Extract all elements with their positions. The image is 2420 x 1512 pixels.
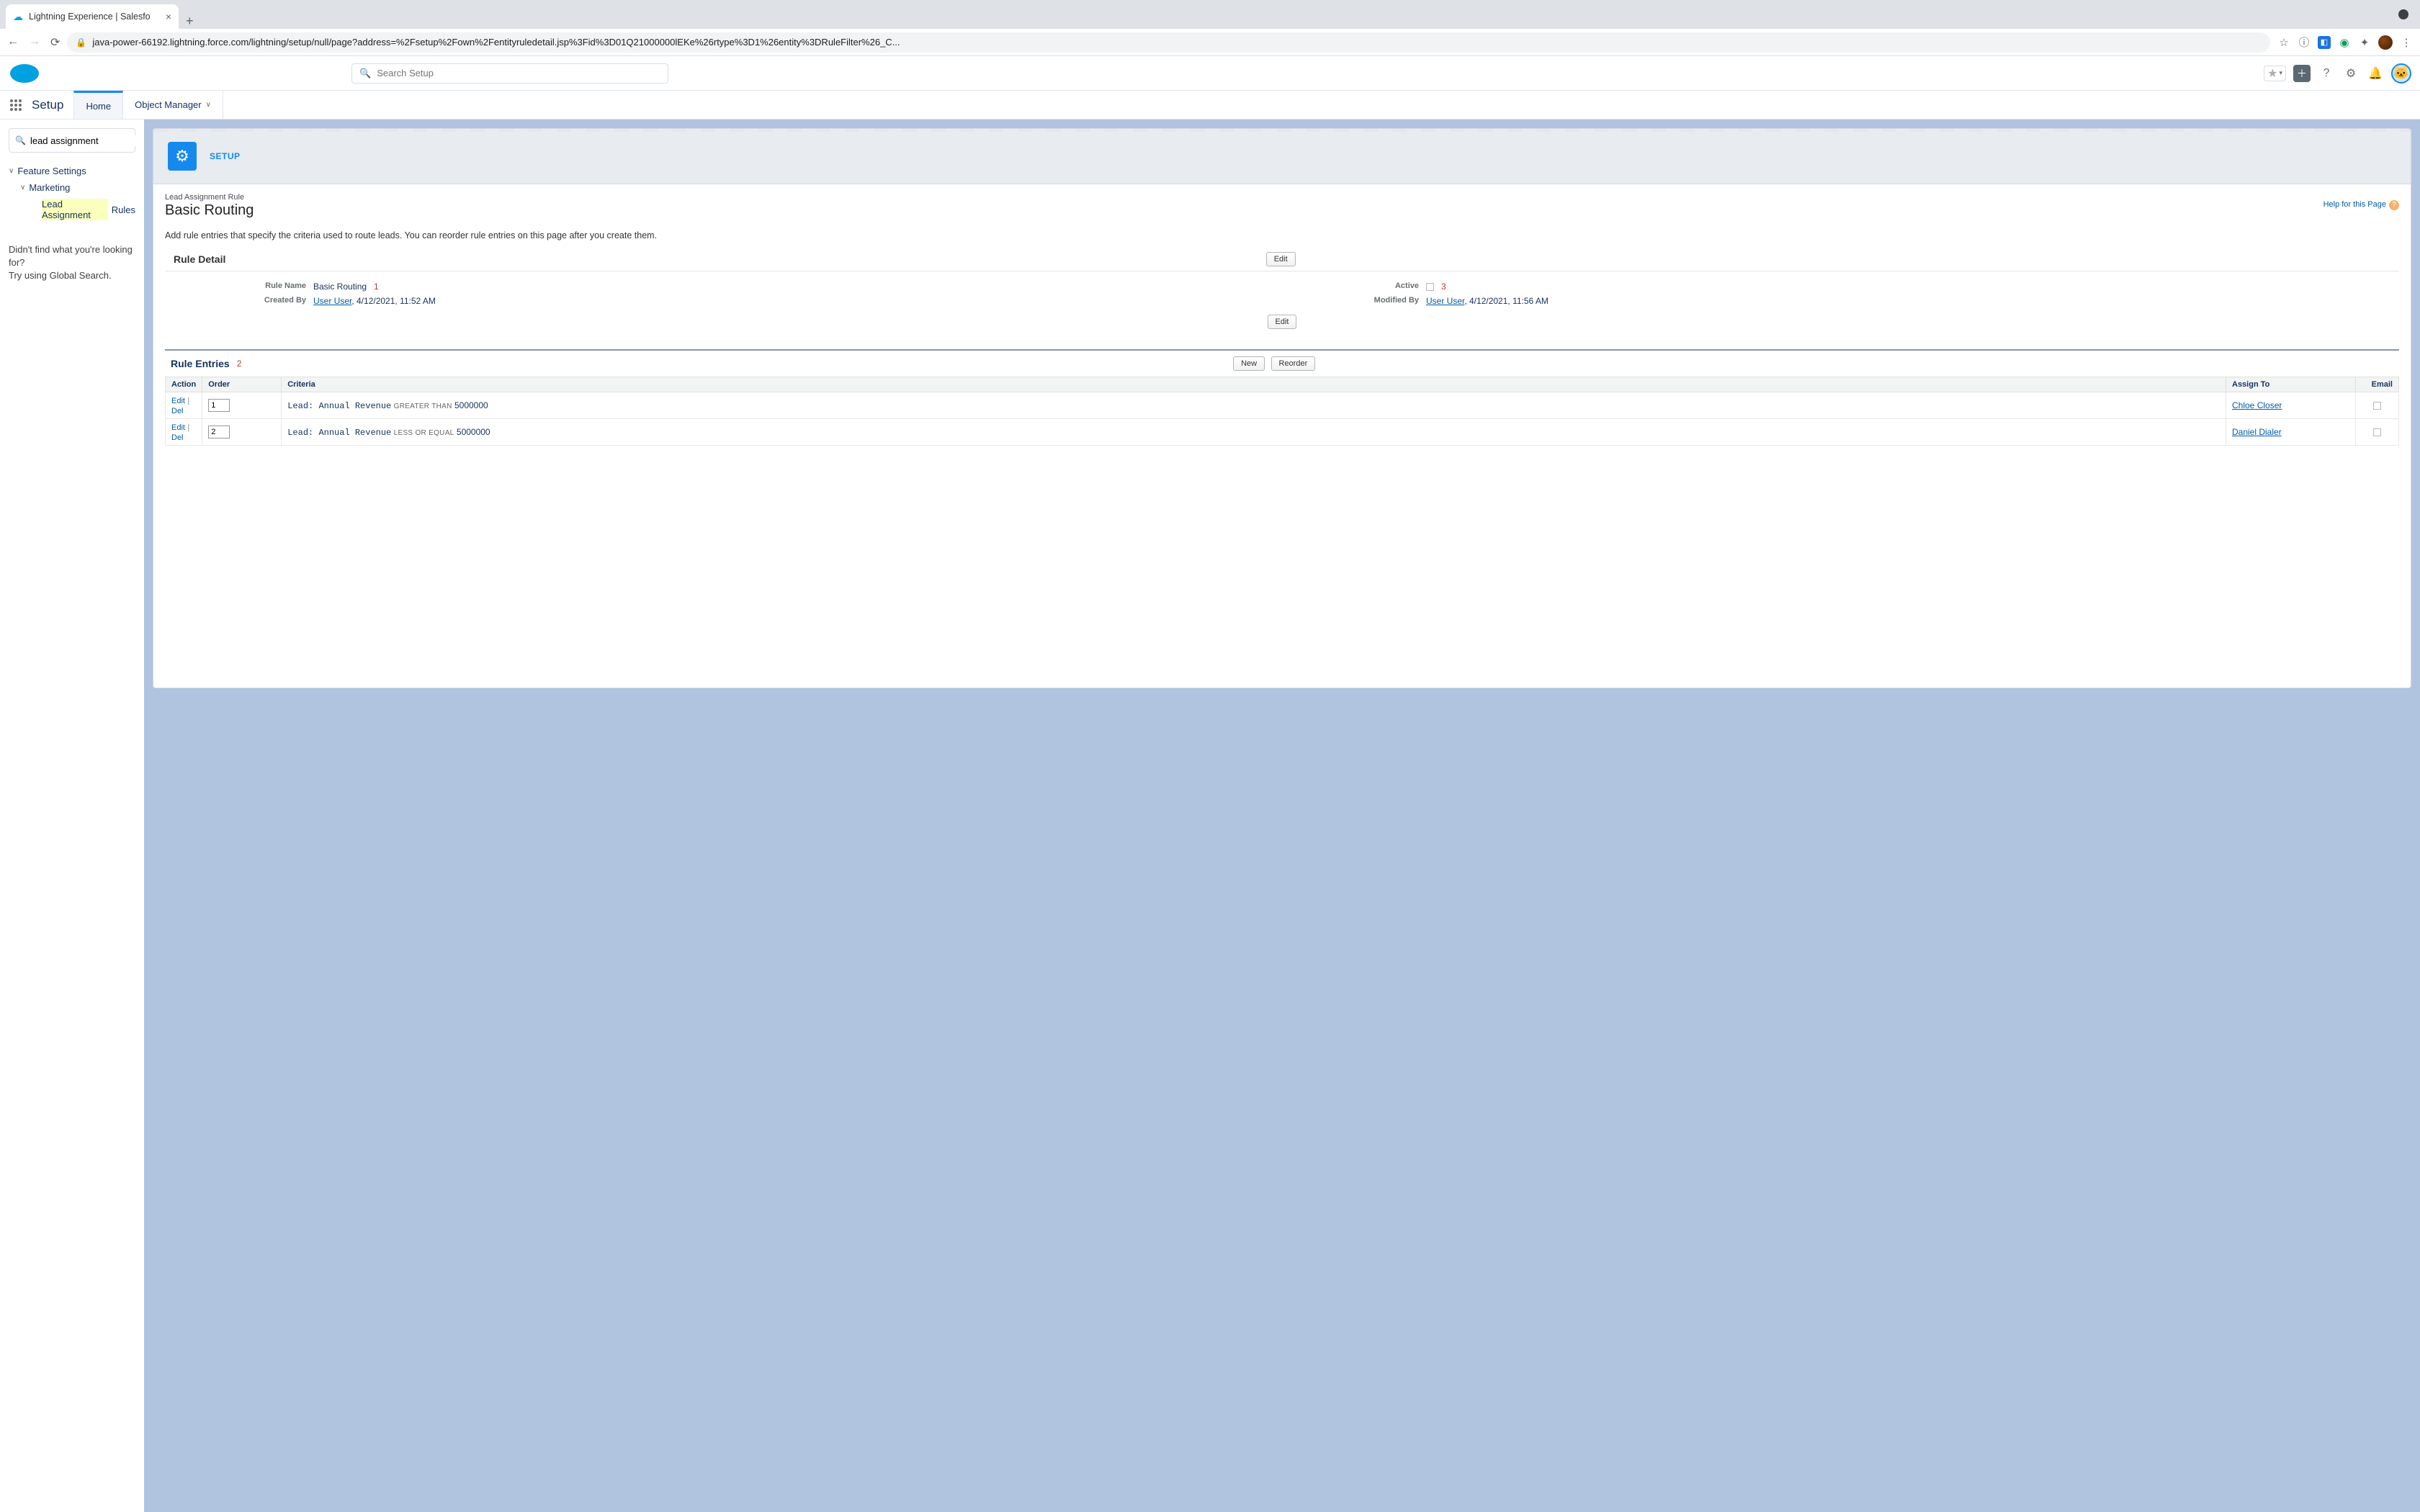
chevron-down-icon: ∨	[9, 167, 14, 175]
assignee-link[interactable]: Daniel Dialer	[2232, 427, 2282, 437]
th-email: Email	[2356, 377, 2399, 392]
reload-icon[interactable]: ⟳	[50, 35, 60, 50]
info-icon[interactable]: ⓘ	[2298, 36, 2311, 49]
page-title: Basic Routing	[165, 202, 2399, 219]
assignee-link[interactable]: Chloe Closer	[2232, 400, 2282, 410]
chevron-down-icon: ∨	[20, 184, 25, 192]
sidebar-help-text: Didn't find what you're looking for? Try…	[9, 243, 135, 283]
extension-icon-2[interactable]: ◉	[2338, 36, 2351, 49]
order-input[interactable]	[208, 399, 230, 412]
edit-button-bottom[interactable]: Edit	[1268, 315, 1297, 329]
profile-avatar[interactable]	[2378, 35, 2393, 50]
help-icon[interactable]: ?	[2318, 65, 2335, 82]
setup-label: SETUP	[210, 151, 241, 161]
sidebar-search[interactable]: 🔍	[9, 128, 135, 153]
help-link[interactable]: Help for this Page?	[2323, 200, 2399, 210]
url-text: java-power-66192.lightning.force.com/lig…	[92, 37, 2262, 48]
page-description: Add rule entries that specify the criter…	[165, 230, 2399, 240]
edit-link[interactable]: Edit	[171, 423, 185, 432]
star-icon[interactable]: ☆	[2277, 36, 2290, 49]
checkbox-unchecked-icon	[2373, 428, 2381, 436]
tab-home[interactable]: Home	[73, 91, 123, 119]
extension-icon[interactable]: ◧	[2318, 36, 2331, 49]
user-link[interactable]: User User	[313, 296, 351, 306]
annotation-3: 3	[1441, 282, 1446, 292]
salesforce-logo[interactable]	[9, 63, 40, 84]
notifications-bell-icon[interactable]: 🔔	[2367, 65, 2384, 82]
sidebar-search-input[interactable]	[30, 135, 157, 146]
value-active: 3	[1426, 282, 2395, 292]
back-icon[interactable]: ←	[7, 35, 19, 50]
global-search-input[interactable]	[377, 68, 660, 78]
close-icon[interactable]: ×	[166, 11, 171, 22]
search-icon: 🔍	[15, 135, 26, 145]
value-rule-name: Basic Routing1	[313, 282, 1282, 292]
user-link[interactable]: User User	[1426, 296, 1464, 306]
annotation-1: 1	[374, 282, 379, 292]
app-launcher-icon[interactable]	[0, 91, 32, 119]
new-tab-button[interactable]: +	[179, 14, 201, 29]
value-modified-by: User User, 4/12/2021, 11:56 AM	[1426, 296, 2395, 306]
value-created-by: User User, 4/12/2021, 11:52 AM	[313, 296, 1282, 306]
browser-tab[interactable]: ☁ Lightning Experience | Salesfo ×	[6, 4, 179, 29]
setup-gear-icon[interactable]: ⚙	[2342, 65, 2360, 82]
tree-marketing[interactable]: ∨Marketing	[9, 179, 135, 196]
checkbox-unchecked-icon	[1426, 283, 1434, 291]
tab-title: Lightning Experience | Salesfo	[29, 12, 151, 22]
tree-feature-settings[interactable]: ∨Feature Settings	[9, 163, 135, 179]
setup-sidebar: 🔍 ∨Feature Settings ∨Marketing Lead Assi…	[0, 120, 144, 1512]
del-link[interactable]: Del	[171, 433, 184, 442]
table-row: Edit | Del Lead: Annual Revenue LESS OR …	[166, 419, 2399, 446]
tree-lead-assignment-rules[interactable]: Lead Assignment Rules	[9, 196, 135, 223]
forward-icon[interactable]: →	[29, 35, 40, 50]
th-assign-to: Assign To	[2226, 377, 2356, 392]
label-active: Active	[1282, 282, 1426, 292]
tab-object-manager[interactable]: Object Manager ∨	[123, 91, 223, 119]
browser-tab-strip: ☁ Lightning Experience | Salesfo × +	[0, 0, 2420, 29]
favorites-button[interactable]: ★▾	[2264, 66, 2286, 81]
order-input[interactable]	[208, 426, 230, 438]
gear-icon: ⚙	[168, 142, 197, 171]
section-rule-detail: Rule Detail Edit	[165, 248, 2399, 271]
app-title: Setup	[32, 91, 73, 119]
global-actions-icon[interactable]: ＋	[2293, 65, 2311, 82]
label-created-by: Created By	[169, 296, 313, 306]
table-row: Edit | Del Lead: Annual Revenue GREATER …	[166, 392, 2399, 419]
th-criteria: Criteria	[282, 377, 2226, 392]
label-rule-name: Rule Name	[169, 282, 313, 292]
reorder-button[interactable]: Reorder	[1271, 356, 1316, 371]
th-action: Action	[166, 377, 202, 392]
user-avatar[interactable]: 🐱	[2391, 63, 2411, 84]
kebab-menu-icon[interactable]: ⋮	[2400, 36, 2413, 49]
detail-panel: Lead Assignment Rule Basic Routing Help …	[153, 184, 2411, 688]
chevron-down-icon: ∨	[206, 101, 211, 109]
global-search[interactable]: 🔍	[351, 63, 668, 84]
setup-banner: ⚙ SETUP	[153, 128, 2411, 184]
browser-toolbar: ← → ⟳ 🔒 java-power-66192.lightning.force…	[0, 29, 2420, 56]
context-bar: Setup Home Object Manager ∨	[0, 91, 2420, 120]
search-icon: 🔍	[359, 68, 371, 79]
content-area: ⚙ SETUP Lead Assignment Rule Basic Routi…	[144, 120, 2420, 1512]
annotation-2: 2	[237, 359, 242, 369]
window-control-icon[interactable]	[2398, 9, 2408, 19]
extensions-puzzle-icon[interactable]: ✦	[2358, 36, 2371, 49]
checkbox-unchecked-icon	[2373, 402, 2381, 410]
del-link[interactable]: Del	[171, 407, 184, 415]
edit-button[interactable]: Edit	[1266, 252, 1296, 266]
section-rule-entries: Rule Entries 2 New Reorder	[165, 351, 2399, 377]
address-bar[interactable]: 🔒 java-power-66192.lightning.force.com/l…	[67, 32, 2270, 53]
new-button[interactable]: New	[1233, 356, 1265, 371]
global-header: 🔍 ★▾ ＋ ? ⚙ 🔔 🐱	[0, 56, 2420, 91]
th-order: Order	[202, 377, 282, 392]
salesforce-cloud-icon: ☁	[13, 11, 23, 23]
label-modified-by: Modified By	[1282, 296, 1426, 306]
edit-link[interactable]: Edit	[171, 397, 185, 405]
page-subtitle: Lead Assignment Rule	[165, 193, 2399, 202]
rule-entries-table: Action Order Criteria Assign To Email Ed…	[165, 377, 2399, 446]
lock-icon: 🔒	[76, 37, 86, 48]
help-question-icon: ?	[2389, 200, 2399, 210]
